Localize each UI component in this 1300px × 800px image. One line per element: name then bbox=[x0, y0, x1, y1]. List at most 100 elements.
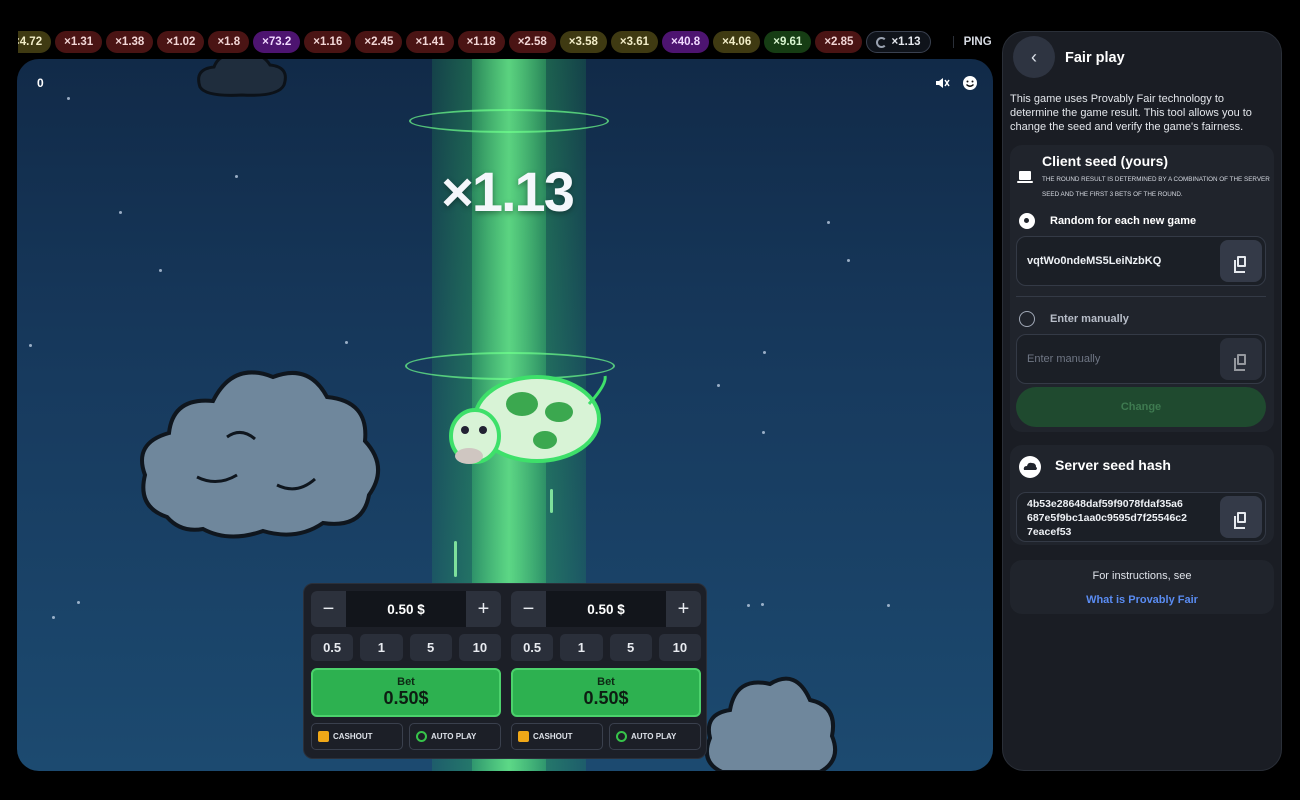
back-button[interactable]: ‹ bbox=[1013, 36, 1055, 78]
quick-bet-button[interactable]: 1 bbox=[360, 634, 403, 661]
client-seed-subtitle: The round result is determined by a comb… bbox=[1042, 176, 1270, 198]
autoplay-toggle[interactable]: AUTO PLAY bbox=[409, 723, 501, 750]
bet-amount-stepper[interactable]: − 0.50 $ + bbox=[511, 591, 701, 627]
random-seed-label: Random for each new game bbox=[1050, 215, 1197, 227]
loading-spinner-icon bbox=[876, 36, 888, 48]
star bbox=[77, 601, 80, 604]
cloud-left bbox=[140, 370, 381, 539]
decrease-bet-button[interactable]: − bbox=[511, 591, 546, 627]
history-pill: ×1.38 bbox=[106, 31, 154, 53]
manual-seed-radio[interactable] bbox=[1019, 311, 1035, 327]
quick-bet-button[interactable]: 10 bbox=[458, 634, 501, 661]
manual-seed-label: Enter manually bbox=[1050, 313, 1129, 325]
divider bbox=[1016, 296, 1266, 297]
cashout-label: CASHOUT bbox=[533, 732, 573, 741]
history-pill: ×1.16 bbox=[304, 31, 352, 53]
star bbox=[887, 604, 890, 607]
star bbox=[717, 384, 720, 387]
copy-icon bbox=[1233, 511, 1246, 529]
change-seed-button[interactable]: Change bbox=[1016, 387, 1266, 427]
bet-amount-value[interactable]: 0.50 $ bbox=[346, 591, 466, 627]
quick-bet-buttons: 0.5 1 5 10 bbox=[511, 634, 701, 661]
speaker-muted-icon[interactable] bbox=[934, 75, 950, 91]
bet-button-amount: 0.50$ bbox=[383, 688, 429, 708]
star bbox=[235, 175, 238, 178]
beam-particle bbox=[550, 489, 553, 513]
bet-button[interactable]: Bet 0.50$ bbox=[511, 668, 701, 717]
server-seed-title: Server seed hash bbox=[1055, 457, 1171, 473]
random-seed-field: vqtWo0ndeMS5LeiNzbKQ bbox=[1016, 236, 1266, 286]
history-pill: ×1.8 bbox=[208, 31, 250, 53]
cloud-icon bbox=[1019, 456, 1041, 478]
quick-bet-button[interactable]: 5 bbox=[409, 634, 452, 661]
cashout-toggle[interactable]: CASHOUT bbox=[511, 723, 603, 750]
star bbox=[345, 341, 348, 344]
provably-fair-link[interactable]: What is Provably Fair bbox=[1010, 594, 1274, 606]
multiplier-history: ×4.72×1.31×1.38×1.02×1.8×73.2×1.16×2.45×… bbox=[18, 31, 992, 53]
ping-indicator: PING bbox=[952, 36, 992, 48]
star bbox=[67, 97, 70, 100]
server-seed-hash: 4b53e28648daf59f9078fdaf35a6687e5f9bc1aa… bbox=[1027, 498, 1187, 538]
quick-bet-button[interactable]: 1 bbox=[560, 634, 603, 661]
cashout-toggle[interactable]: CASHOUT bbox=[311, 723, 403, 750]
star bbox=[763, 351, 766, 354]
bet-button[interactable]: Bet 0.50$ bbox=[311, 668, 501, 717]
copy-icon bbox=[1233, 353, 1246, 371]
copy-manual-seed-button[interactable] bbox=[1220, 338, 1262, 380]
history-pill: ×73.2 bbox=[253, 31, 301, 53]
client-seed-title: Client seed (yours) bbox=[1042, 153, 1169, 169]
star bbox=[827, 221, 830, 224]
current-multiplier-pill: ×1.13 bbox=[866, 31, 931, 53]
autoplay-icon bbox=[416, 731, 427, 742]
history-pill: ×2.58 bbox=[508, 31, 556, 53]
cloud-top bbox=[197, 59, 287, 97]
client-seed-card: Client seed (yours) The round result is … bbox=[1010, 145, 1274, 432]
instructions-text: For instructions, see bbox=[1092, 570, 1192, 582]
history-pill: ×2.85 bbox=[815, 31, 863, 53]
autoplay-toggle[interactable]: AUTO PLAY bbox=[609, 723, 701, 750]
history-pill: ×4.06 bbox=[713, 31, 761, 53]
history-pill: ×3.61 bbox=[610, 31, 659, 53]
quick-bet-buttons: 0.5 1 5 10 bbox=[311, 634, 501, 661]
copy-client-seed-button[interactable] bbox=[1220, 240, 1262, 282]
decrease-bet-button[interactable]: − bbox=[311, 591, 346, 627]
cashout-icon bbox=[518, 731, 529, 742]
copy-server-seed-button[interactable] bbox=[1220, 496, 1262, 538]
laptop-icon bbox=[1017, 171, 1033, 183]
quick-bet-button[interactable]: 10 bbox=[658, 634, 701, 661]
panel-title: Fair play bbox=[1065, 50, 1125, 66]
cashout-label: CASHOUT bbox=[333, 732, 373, 741]
star bbox=[747, 604, 750, 607]
bet-amount-stepper[interactable]: − 0.50 $ + bbox=[311, 591, 501, 627]
round-counter: 0 bbox=[37, 76, 44, 90]
current-multiplier: ×1.13 bbox=[441, 160, 575, 223]
copy-icon bbox=[1233, 255, 1246, 273]
current-multiplier-text: ×1.13 bbox=[891, 36, 921, 48]
manual-seed-field: Enter manually bbox=[1016, 334, 1266, 384]
history-pill: ×40.8 bbox=[662, 31, 710, 53]
quick-bet-button[interactable]: 0.5 bbox=[511, 634, 554, 661]
bet-button-amount: 0.50$ bbox=[583, 688, 629, 708]
history-pill: ×1.02 bbox=[157, 31, 205, 53]
autoplay-label: AUTO PLAY bbox=[431, 732, 477, 741]
chevron-left-icon: ‹ bbox=[1031, 46, 1037, 67]
panel-description: This game uses Provably Fair technology … bbox=[1010, 93, 1252, 133]
history-pill: ×1.31 bbox=[55, 31, 103, 53]
random-seed-radio[interactable] bbox=[1019, 213, 1035, 229]
smile-icon[interactable] bbox=[962, 75, 978, 91]
bet-column-right: − 0.50 $ + 0.5 1 5 10 Bet 0.50$ CASHOUT … bbox=[511, 591, 701, 750]
autoplay-label: AUTO PLAY bbox=[631, 732, 677, 741]
autoplay-icon bbox=[616, 731, 627, 742]
increase-bet-button[interactable]: + bbox=[666, 591, 701, 627]
manual-seed-input[interactable]: Enter manually bbox=[1027, 353, 1100, 365]
quick-bet-button[interactable]: 0.5 bbox=[311, 634, 354, 661]
server-seed-field: 4b53e28648daf59f9078fdaf35a6687e5f9bc1aa… bbox=[1016, 492, 1266, 542]
random-seed-value: vqtWo0ndeMS5LeiNzbKQ bbox=[1027, 255, 1162, 267]
quick-bet-button[interactable]: 5 bbox=[609, 634, 652, 661]
bet-button-label: Bet bbox=[397, 676, 415, 688]
star bbox=[762, 431, 765, 434]
star bbox=[52, 616, 55, 619]
instructions-card: For instructions, see What is Provably F… bbox=[1010, 560, 1274, 614]
bet-amount-value[interactable]: 0.50 $ bbox=[546, 591, 666, 627]
increase-bet-button[interactable]: + bbox=[466, 591, 501, 627]
